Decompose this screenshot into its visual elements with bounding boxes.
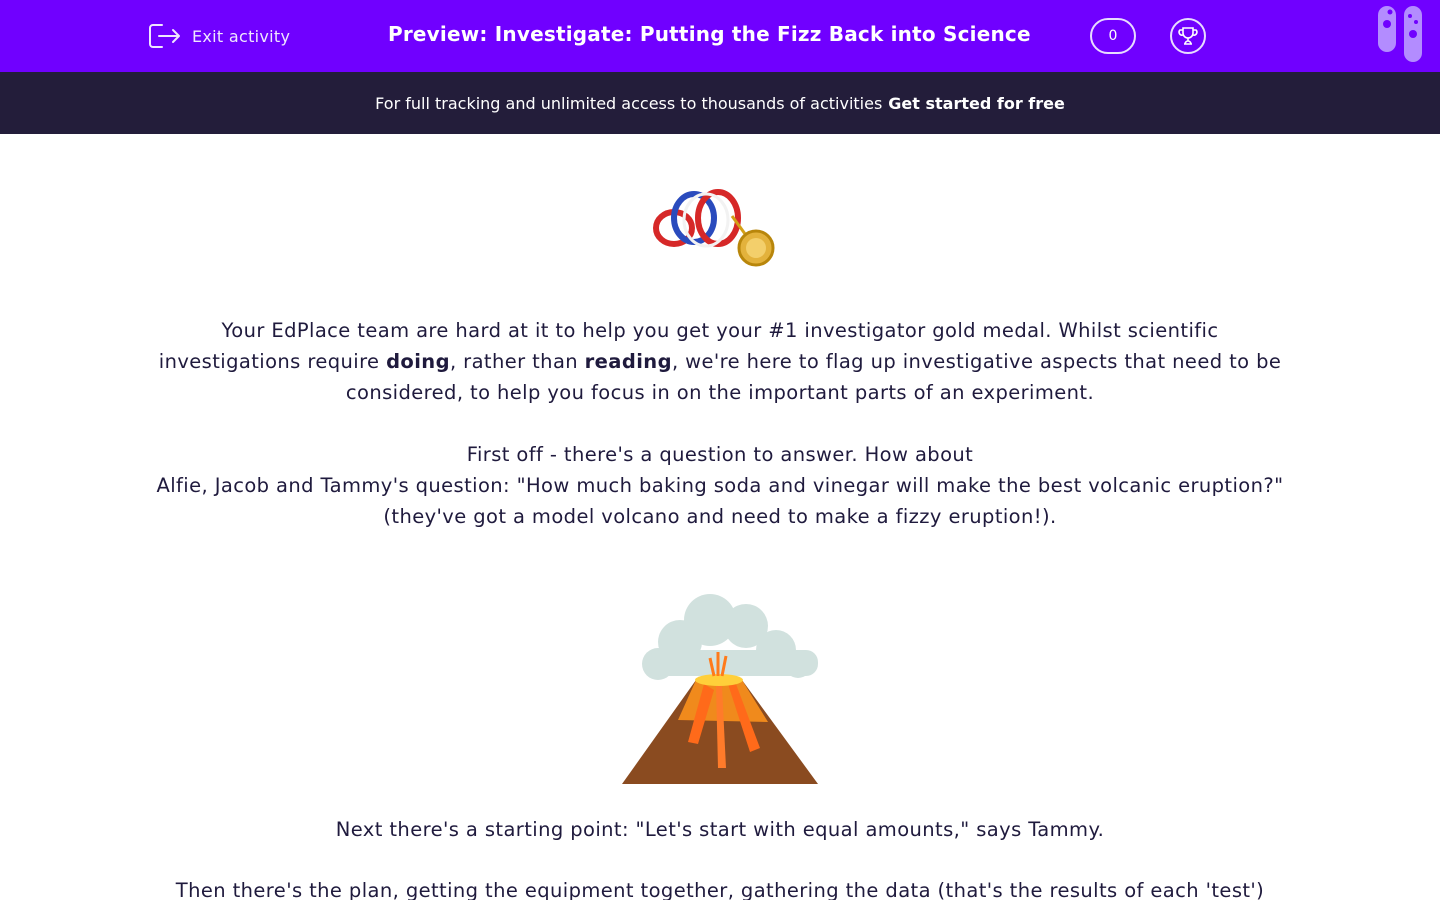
banner-text: For full tracking and unlimited access t… (375, 93, 883, 113)
gold-medal-image (652, 186, 778, 270)
question-text: Alfie, Jacob and Tammy's question: "How … (156, 474, 1284, 528)
intro-text-2: , rather than (449, 350, 585, 373)
signup-banner: For full tracking and unlimited access t… (0, 72, 1440, 134)
edplace-logo-icon (1376, 6, 1424, 64)
starting-point-paragraph: Next there's a starting point: "Let's st… (335, 818, 1105, 841)
score-badge: 0 (1090, 18, 1136, 54)
get-started-link[interactable]: Get started for free (888, 94, 1065, 113)
plan-paragraph: Then there's the plan, getting the equip… (175, 879, 1265, 900)
volcano-image (618, 592, 822, 786)
intro-paragraph: Your EdPlace team are hard at it to help… (150, 315, 1290, 408)
exit-activity-label: Exit activity (192, 26, 291, 46)
question-paragraph: First off - there's a question to answer… (150, 439, 1290, 532)
trophy-icon (1178, 27, 1198, 45)
exit-activity-button[interactable]: Exit activity (148, 20, 290, 52)
exit-icon (148, 22, 182, 50)
top-bar: Exit activity Preview: Investigate: Putt… (0, 0, 1440, 72)
trophy-button[interactable] (1170, 18, 1206, 54)
intro-bold-doing: doing (386, 350, 450, 373)
question-lead-line: First off - there's a question to answer… (466, 443, 974, 466)
activity-title: Preview: Investigate: Putting the Fizz B… (388, 22, 1031, 46)
intro-bold-reading: reading (584, 350, 672, 373)
